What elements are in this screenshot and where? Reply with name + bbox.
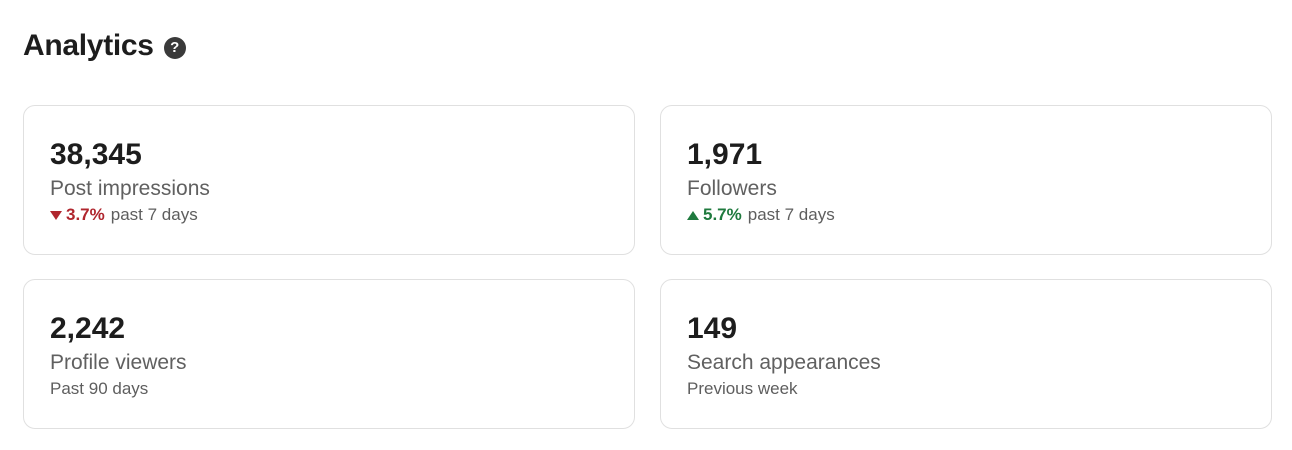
post-impressions-period: past 7 days bbox=[110, 205, 198, 224]
profile-viewers-card[interactable]: 2,242 Profile viewers Past 90 days bbox=[23, 279, 635, 429]
followers-change: 5.7% bbox=[703, 205, 742, 224]
search-appearances-period: Previous week bbox=[687, 379, 798, 398]
analytics-header: Analytics ? bbox=[23, 26, 186, 66]
profile-viewers-label: Profile viewers bbox=[50, 351, 187, 374]
triangle-up-icon bbox=[687, 210, 699, 220]
followers-trend: 5.7% past 7 days bbox=[687, 204, 1245, 226]
post-impressions-change: 3.7% bbox=[66, 205, 105, 224]
followers-card[interactable]: 1,971 Followers 5.7% past 7 days bbox=[660, 105, 1272, 255]
post-impressions-value: 38,345 bbox=[50, 138, 142, 171]
search-appearances-value: 149 bbox=[687, 312, 738, 345]
followers-label: Followers bbox=[687, 177, 777, 200]
search-appearances-label: Search appearances bbox=[687, 351, 881, 374]
search-appearances-card[interactable]: 149 Search appearances Previous week bbox=[660, 279, 1272, 429]
post-impressions-label: Post impressions bbox=[50, 177, 210, 200]
post-impressions-card[interactable]: 38,345 Post impressions 3.7% past 7 days bbox=[23, 105, 635, 255]
post-impressions-trend: 3.7% past 7 days bbox=[50, 204, 608, 226]
profile-viewers-period: Past 90 days bbox=[50, 379, 149, 398]
followers-period: past 7 days bbox=[747, 205, 835, 224]
page-title: Analytics bbox=[23, 29, 154, 62]
profile-viewers-value: 2,242 bbox=[50, 312, 126, 345]
followers-value: 1,971 bbox=[687, 138, 763, 171]
triangle-down-icon bbox=[50, 210, 62, 220]
help-icon[interactable]: ? bbox=[163, 36, 186, 59]
